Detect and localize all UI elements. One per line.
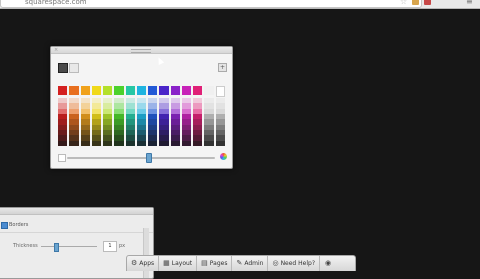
- admin-button[interactable]: ✎ Admin: [232, 256, 269, 271]
- color-column: [204, 98, 214, 146]
- color-swatch[interactable]: [80, 140, 90, 146]
- admin-toolbar: ⚙ Apps ▦ Layout ▤ Pages ✎ Admin ◎ Need H…: [126, 255, 356, 271]
- dialog-titlebar[interactable]: ×: [51, 47, 232, 54]
- wrench-icon: ✎: [236, 259, 243, 267]
- menu-icon[interactable]: ≡: [466, 0, 473, 6]
- color-swatch[interactable]: [136, 140, 147, 146]
- lifebuoy-icon: ◎: [272, 259, 279, 267]
- pages-label: Pages: [209, 260, 228, 267]
- color-column: [103, 98, 113, 146]
- extension-icon[interactable]: [412, 0, 419, 5]
- color-swatch[interactable]: [58, 140, 68, 146]
- pages-button[interactable]: ▤ Pages: [197, 256, 233, 271]
- help-button[interactable]: ◎ Need Help?: [268, 256, 321, 271]
- divider: [0, 232, 153, 233]
- color-column: [125, 98, 135, 146]
- apps-icon: ⚙: [131, 259, 138, 267]
- drag-grip-icon[interactable]: [131, 49, 151, 53]
- admin-label: Admin: [244, 260, 264, 267]
- color-swatch[interactable]: [103, 140, 113, 146]
- browser-toolbar: squarespace.com ☆ ≡: [0, 0, 480, 9]
- color-palette[interactable]: [58, 86, 225, 146]
- color-swatch[interactable]: [181, 140, 192, 146]
- color-swatch[interactable]: [148, 140, 158, 146]
- color-swatch[interactable]: [204, 140, 214, 146]
- previous-color-swatch[interactable]: [69, 63, 79, 73]
- color-swatch[interactable]: [170, 140, 180, 146]
- pages-icon: ▤: [201, 259, 208, 267]
- apps-label: Apps: [139, 260, 155, 267]
- transparent-icon[interactable]: [58, 154, 66, 162]
- color-column: [69, 98, 79, 146]
- color-column: [58, 98, 68, 146]
- layout-label: Layout: [171, 260, 193, 267]
- eye-icon: ◉: [325, 259, 332, 267]
- hue-slider-track[interactable]: [67, 157, 215, 159]
- color-wheel-icon[interactable]: [220, 153, 227, 160]
- preview-button[interactable]: ◉: [320, 256, 338, 271]
- color-picker-dialog: × +: [50, 46, 233, 169]
- color-column: [148, 98, 158, 146]
- layout-icon: ▦: [163, 259, 170, 267]
- color-swatch[interactable]: [69, 140, 79, 146]
- color-column: [170, 98, 180, 146]
- color-column: [114, 98, 124, 146]
- color-column: [159, 98, 169, 146]
- thickness-unit: px: [119, 243, 126, 249]
- layout-button[interactable]: ▦ Layout: [159, 256, 198, 271]
- color-column: [193, 98, 203, 146]
- borders-label: Borders: [9, 222, 29, 228]
- color-swatch[interactable]: [91, 140, 102, 146]
- color-swatch[interactable]: [215, 140, 225, 146]
- thickness-slider-track[interactable]: [41, 246, 97, 247]
- color-column: [181, 98, 192, 146]
- color-column: [80, 98, 90, 146]
- color-swatch[interactable]: [159, 140, 169, 146]
- panel-titlebar[interactable]: [0, 208, 153, 215]
- hue-slider-thumb[interactable]: [146, 153, 153, 163]
- address-bar[interactable]: squarespace.com: [0, 0, 422, 8]
- help-label: Need Help?: [280, 260, 316, 267]
- color-column: [136, 98, 147, 146]
- extension-icon[interactable]: [424, 0, 431, 5]
- thickness-slider-thumb[interactable]: [54, 243, 59, 252]
- borders-checkbox[interactable]: [1, 222, 8, 229]
- color-swatch[interactable]: [193, 140, 203, 146]
- apps-button[interactable]: ⚙ Apps: [127, 256, 160, 271]
- bookmark-star-icon[interactable]: ☆: [400, 0, 407, 6]
- color-swatch[interactable]: [125, 140, 135, 146]
- thickness-label: Thickness: [13, 243, 38, 249]
- close-icon[interactable]: ×: [54, 46, 58, 54]
- color-column: [215, 98, 225, 146]
- color-column: [91, 98, 102, 146]
- color-swatch[interactable]: [114, 140, 124, 146]
- expand-button[interactable]: +: [218, 63, 227, 72]
- current-color-swatch[interactable]: [58, 63, 68, 73]
- thickness-input[interactable]: 1: [103, 241, 117, 252]
